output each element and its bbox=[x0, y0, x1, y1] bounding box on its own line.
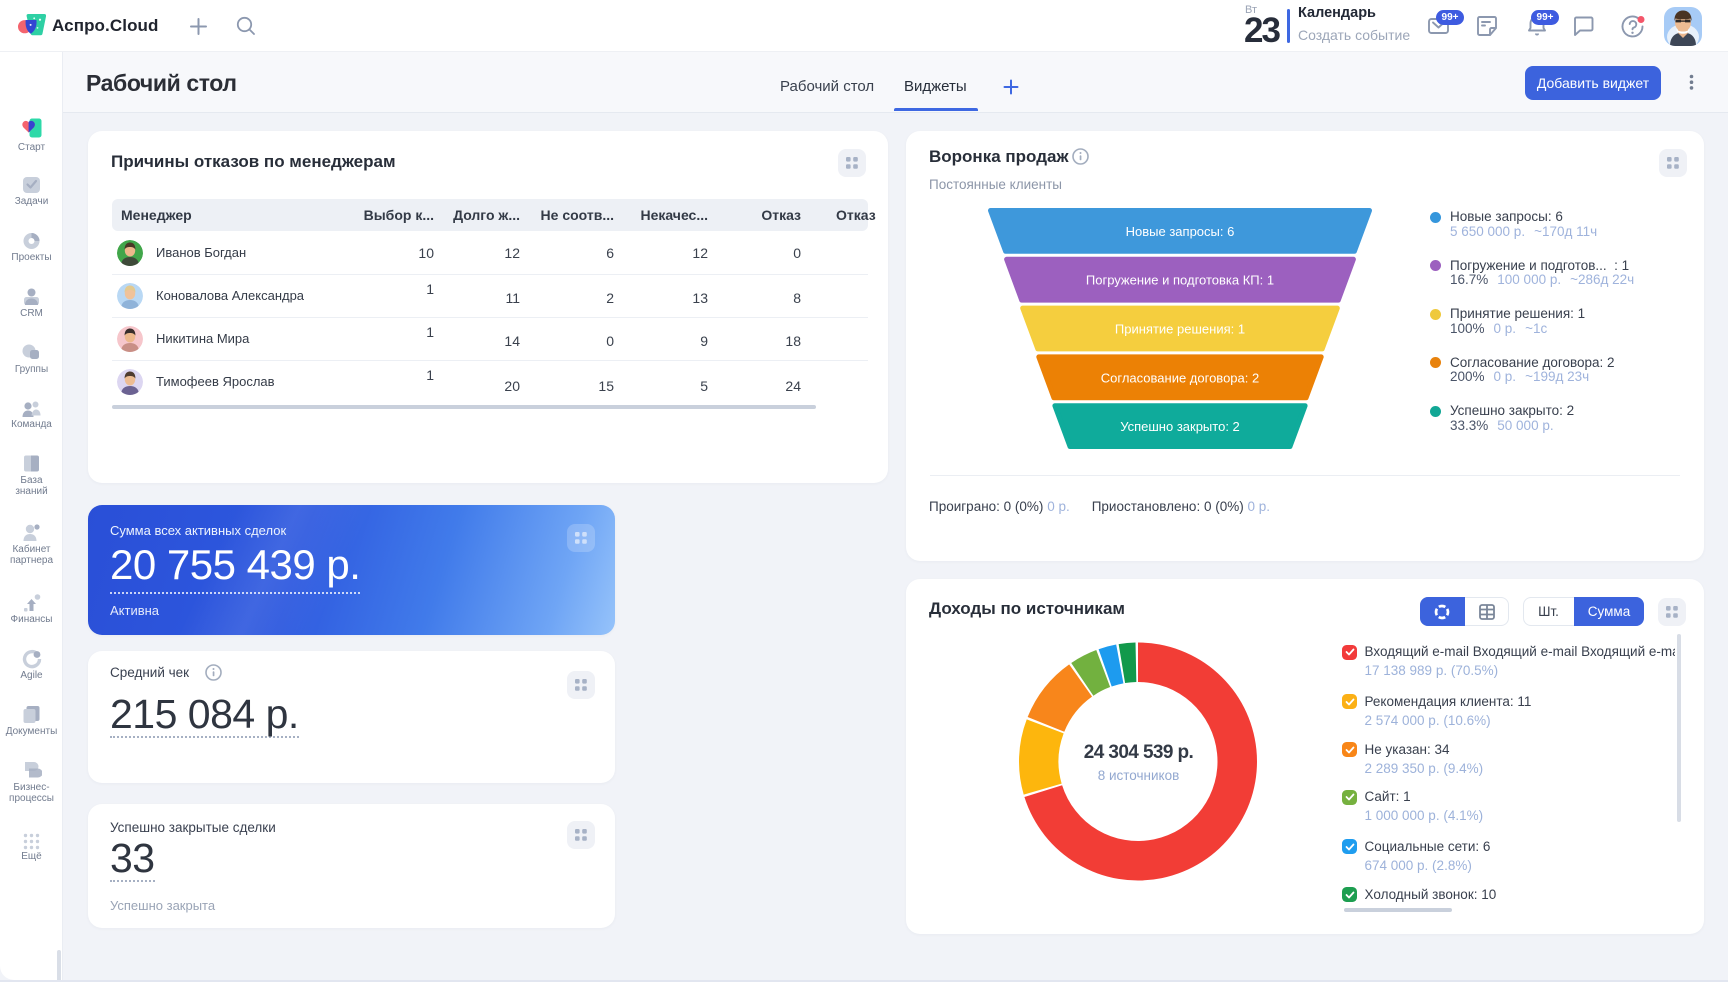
svg-text:Согласование договора: 2: Согласование договора: 2 bbox=[1101, 370, 1259, 385]
svg-text:Погружение и подготовка КП: 1: Погружение и подготовка КП: 1 bbox=[1086, 273, 1274, 288]
svg-text:Новые запросы: 6: Новые запросы: 6 bbox=[1126, 224, 1235, 239]
svg-text:Принятие решения: 1: Принятие решения: 1 bbox=[1115, 322, 1245, 337]
svg-text:Успешно закрыто: 2: Успешно закрыто: 2 bbox=[1120, 419, 1240, 434]
